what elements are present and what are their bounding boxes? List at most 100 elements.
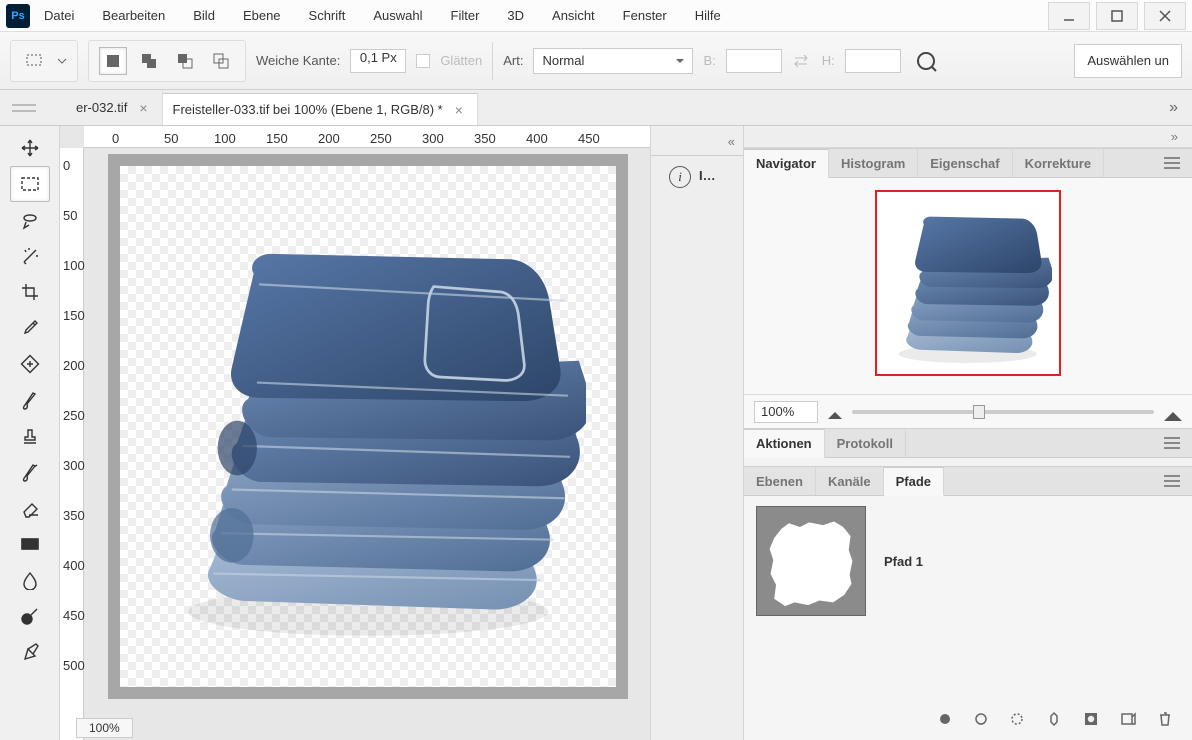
info-icon[interactable]: i	[669, 166, 691, 188]
selection-mode-icon[interactable]	[21, 47, 49, 75]
gradient-tool[interactable]	[10, 526, 50, 562]
paths-footer	[744, 704, 1192, 734]
menu-bearbeiten[interactable]: Bearbeiten	[88, 0, 179, 32]
tab-kanaele[interactable]: Kanäle	[816, 467, 884, 495]
tool-column	[0, 126, 60, 740]
path-thumbnail	[756, 506, 866, 616]
stroke-path-icon[interactable]	[974, 712, 988, 726]
tab-ebenen[interactable]: Ebenen	[744, 467, 816, 495]
menu-bild[interactable]: Bild	[179, 0, 229, 32]
swap-icon[interactable]	[792, 53, 812, 69]
height-input[interactable]	[845, 49, 901, 73]
add-selection-icon[interactable]	[135, 47, 163, 75]
tab-korrekturen[interactable]: Korrekture	[1013, 149, 1104, 177]
zoom-slider-thumb[interactable]	[973, 405, 985, 419]
crop-tool[interactable]	[10, 274, 50, 310]
maximize-button[interactable]	[1096, 2, 1138, 30]
zoom-in-icon[interactable]	[1164, 403, 1182, 421]
feather-input[interactable]: 0,1 Px	[350, 49, 406, 73]
zoom-out-icon[interactable]	[828, 405, 842, 419]
new-selection-icon[interactable]	[99, 47, 127, 75]
collapse-right-icon[interactable]: »	[744, 126, 1192, 148]
menu-3d[interactable]: 3D	[493, 0, 538, 32]
magic-wand-tool[interactable]	[10, 238, 50, 274]
menu-auswahl[interactable]: Auswahl	[359, 0, 436, 32]
intersect-selection-icon[interactable]	[207, 47, 235, 75]
navigator-preview[interactable]	[875, 190, 1061, 376]
tool-mode-group	[10, 40, 78, 82]
tab-eigenschaften[interactable]: Eigenschaf	[918, 149, 1012, 177]
tab-navigator[interactable]: Navigator	[744, 149, 829, 178]
selection-bool-group	[88, 40, 246, 82]
style-select[interactable]: Normal	[533, 48, 693, 74]
collapsed-panel-strip: « i I…	[650, 126, 744, 740]
layers-panel-tabs: Ebenen Kanäle Pfade	[744, 466, 1192, 496]
panel-dock: » Navigator Histogram Eigenschaf Korrekt…	[744, 126, 1192, 740]
menu-datei[interactable]: Datei	[30, 0, 88, 32]
tab-grip-icon	[12, 100, 52, 114]
menu-filter[interactable]: Filter	[437, 0, 494, 32]
select-mask-button[interactable]: Auswählen un	[1074, 44, 1182, 78]
doc-tab-label: Freisteller-033.tif bei 100% (Ebene 1, R…	[173, 102, 443, 117]
path-item[interactable]: Pfad 1	[756, 506, 1180, 616]
move-tool[interactable]	[10, 130, 50, 166]
close-button[interactable]	[1144, 2, 1186, 30]
blur-tool[interactable]	[10, 562, 50, 598]
history-brush-tool[interactable]	[10, 454, 50, 490]
chevron-down-icon[interactable]	[57, 56, 67, 66]
eraser-tool[interactable]	[10, 490, 50, 526]
zoom-display[interactable]: 100%	[76, 718, 133, 738]
doc-tab-032[interactable]: er-032.tif ×	[66, 90, 163, 125]
feather-label: Weiche Kante:	[256, 53, 340, 68]
dodge-tool[interactable]	[10, 598, 50, 634]
collapse-left-icon[interactable]: «	[651, 128, 743, 156]
minimize-button[interactable]	[1048, 2, 1090, 30]
canvas[interactable]	[120, 166, 616, 687]
brush-tool[interactable]	[10, 382, 50, 418]
menu-hilfe[interactable]: Hilfe	[681, 0, 735, 32]
zoom-slider[interactable]	[852, 410, 1154, 414]
lasso-tool[interactable]	[10, 202, 50, 238]
panel-menu-icon[interactable]	[1152, 429, 1192, 457]
tab-protokoll[interactable]: Protokoll	[825, 429, 906, 457]
document-tabs: er-032.tif × Freisteller-033.tif bei 100…	[0, 90, 1192, 126]
healing-tool[interactable]	[10, 346, 50, 382]
menu-ebene[interactable]: Ebene	[229, 0, 295, 32]
navigator-zoom-field[interactable]: 100%	[754, 401, 818, 423]
stamp-tool[interactable]	[10, 418, 50, 454]
make-workpath-icon[interactable]	[1046, 711, 1062, 727]
canvas-area[interactable]: 050 100150 200250 300350 400450 050 1001…	[60, 126, 650, 740]
tab-histogram[interactable]: Histogram	[829, 149, 918, 177]
menu-schrift[interactable]: Schrift	[295, 0, 360, 32]
pen-tool[interactable]	[10, 634, 50, 670]
tab-pfade[interactable]: Pfade	[884, 467, 944, 496]
paths-panel: Pfad 1	[744, 496, 1192, 740]
panel-menu-icon[interactable]	[1152, 467, 1192, 495]
close-tab-icon[interactable]: ×	[451, 102, 467, 118]
panel-menu-icon[interactable]	[1152, 149, 1192, 177]
fill-path-icon[interactable]	[938, 712, 952, 726]
tab-aktionen[interactable]: Aktionen	[744, 429, 825, 458]
doc-tab-033[interactable]: Freisteller-033.tif bei 100% (Ebene 1, R…	[163, 93, 478, 125]
new-path-icon[interactable]	[1120, 712, 1136, 726]
tab-overflow-icon[interactable]: »	[1155, 90, 1192, 125]
info-panel-label: I…	[699, 168, 716, 183]
close-tab-icon[interactable]: ×	[135, 100, 151, 116]
marquee-tool[interactable]	[10, 166, 50, 202]
delete-path-icon[interactable]	[1158, 711, 1172, 727]
add-mask-icon[interactable]	[1084, 712, 1098, 726]
navigator-panel-tabs: Navigator Histogram Eigenschaf Korrektur…	[744, 148, 1192, 178]
refine-edge-icon[interactable]	[915, 50, 937, 72]
path-to-selection-icon[interactable]	[1010, 712, 1024, 726]
aktionen-panel	[744, 458, 1192, 466]
separator	[492, 42, 493, 80]
ruler-horizontal: 050 100150 200250 300350 400450	[84, 126, 650, 148]
antialias-check[interactable]	[416, 54, 430, 68]
width-input[interactable]	[726, 49, 782, 73]
menu-ansicht[interactable]: Ansicht	[538, 0, 609, 32]
subtract-selection-icon[interactable]	[171, 47, 199, 75]
menu-fenster[interactable]: Fenster	[609, 0, 681, 32]
menu-bar: Ps Datei Bearbeiten Bild Ebene Schrift A…	[0, 0, 1192, 32]
options-bar: Weiche Kante: 0,1 Px Glätten Art: Normal…	[0, 32, 1192, 90]
eyedropper-tool[interactable]	[10, 310, 50, 346]
